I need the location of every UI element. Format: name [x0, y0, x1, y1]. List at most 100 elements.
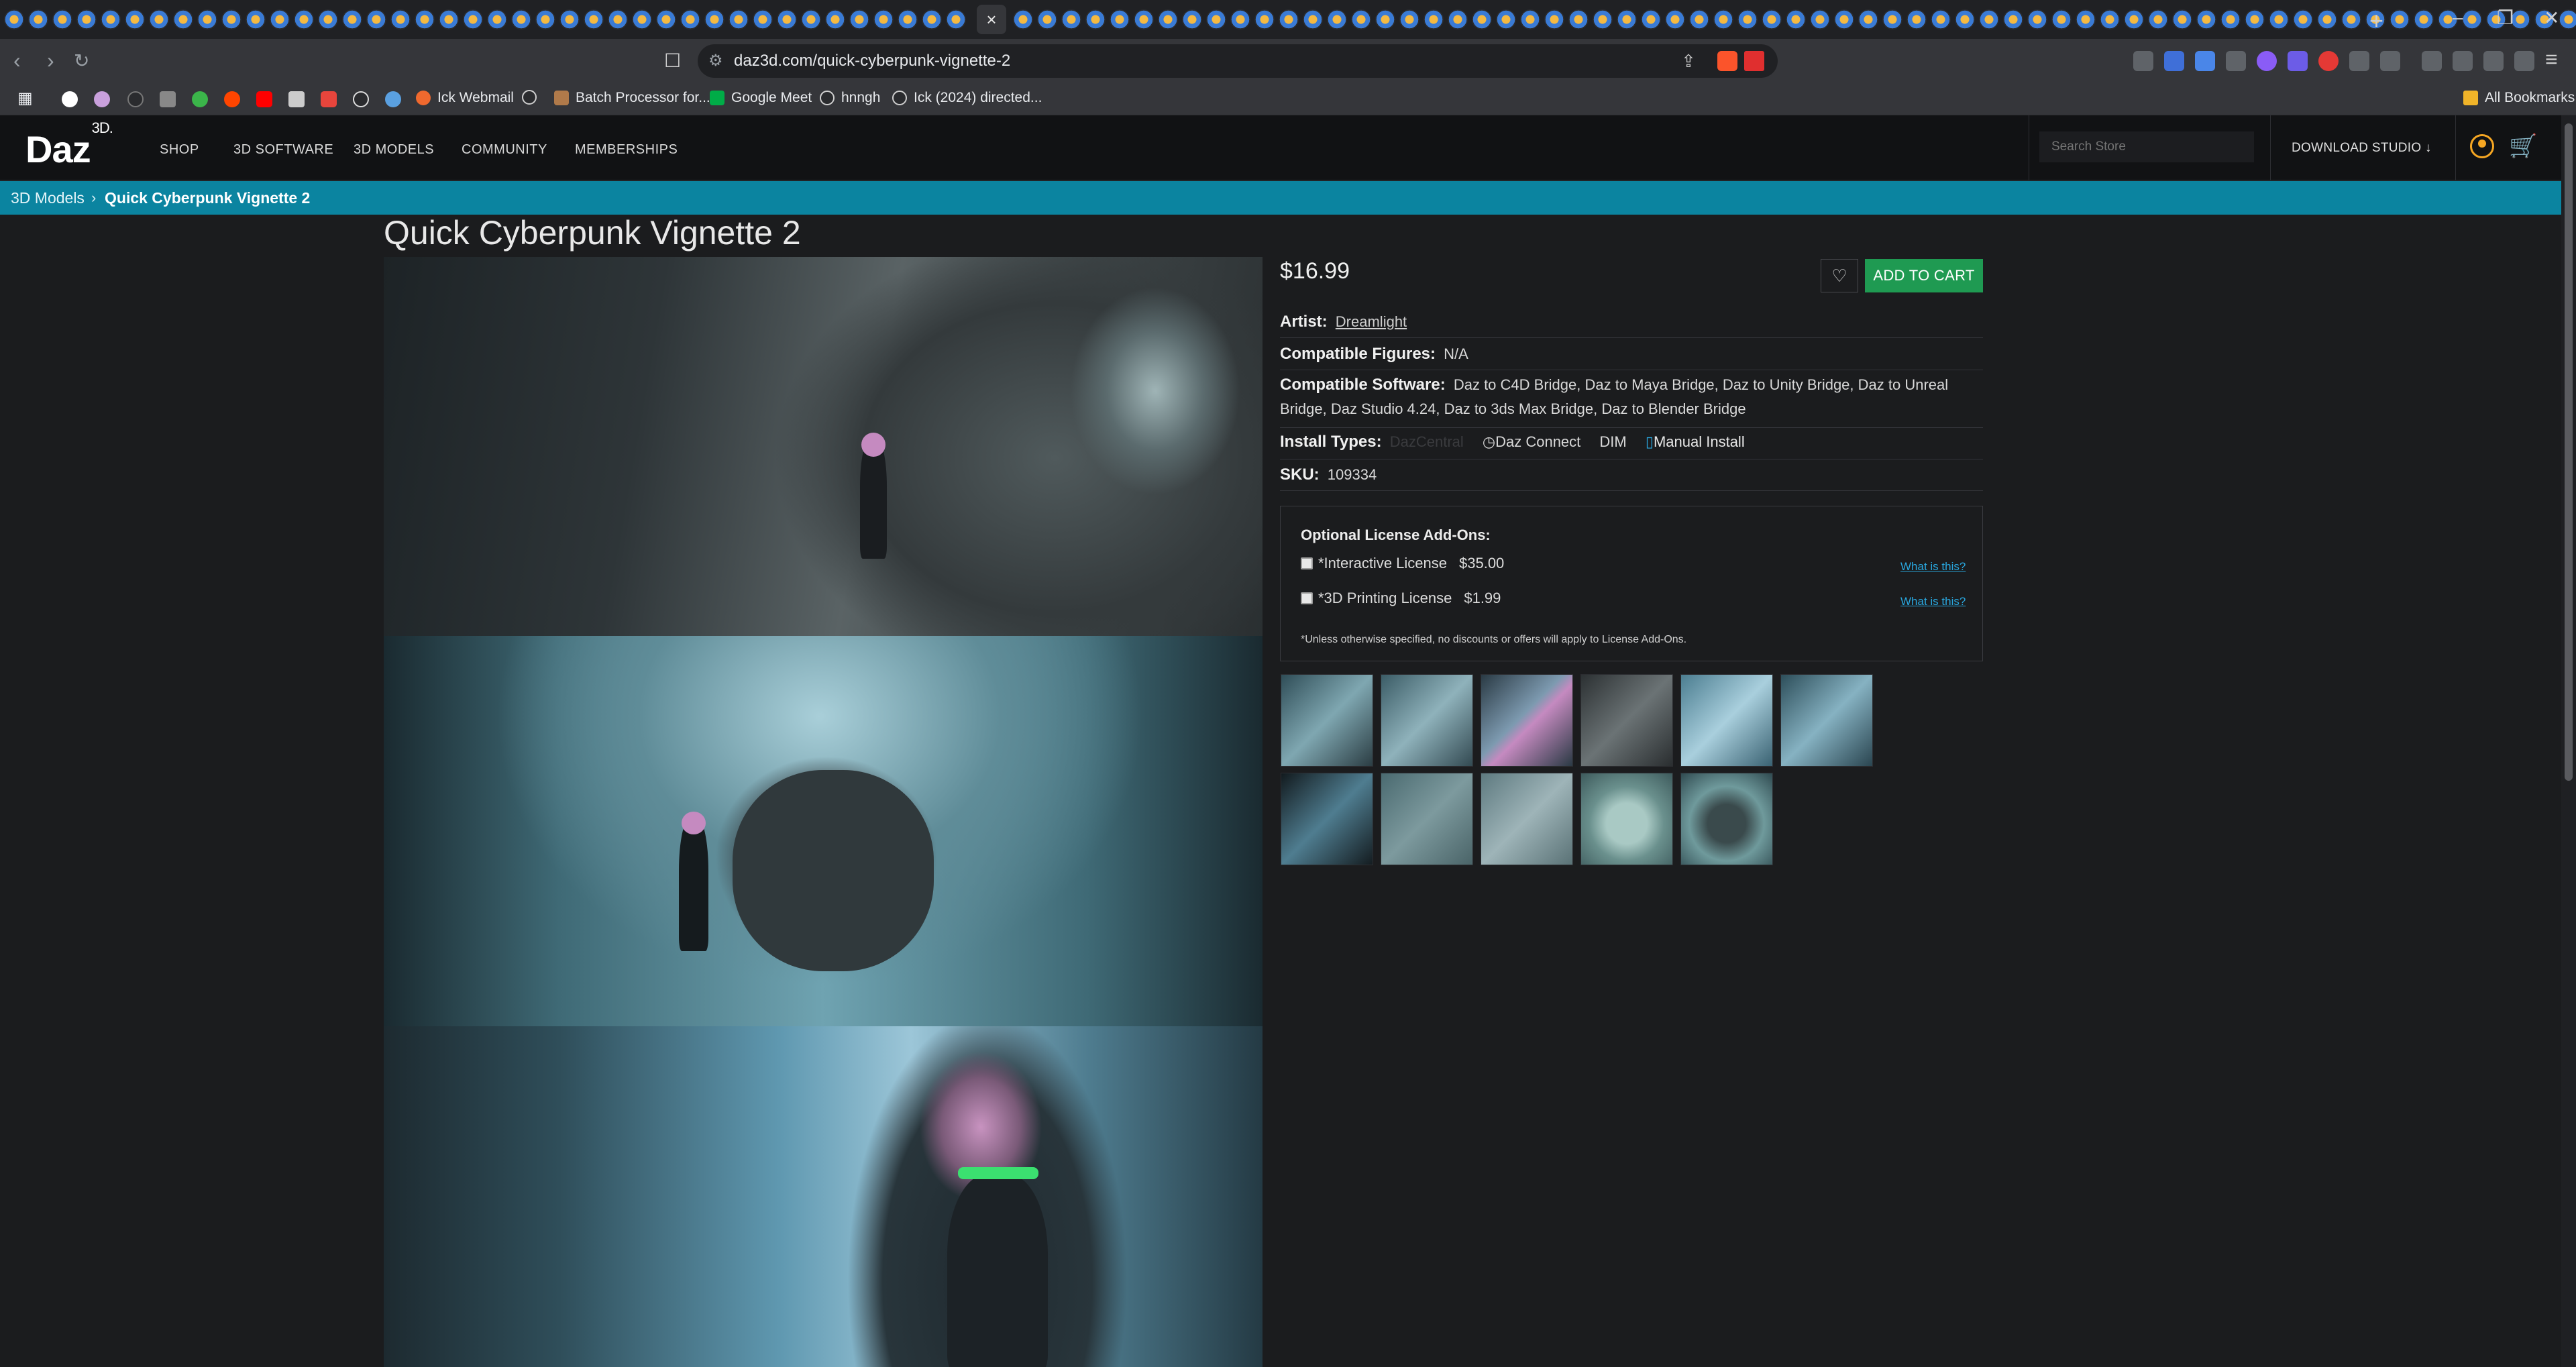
artist-link[interactable]: Dreamlight	[1336, 313, 1407, 330]
pinned-tab-icon[interactable]	[632, 9, 652, 30]
thumbnail[interactable]	[1680, 674, 1773, 767]
pinned-tab-icon[interactable]	[4, 9, 24, 30]
omnibox[interactable]: ⚙ daz3d.com/quick-cyberpunk-vignette-2 ⇪	[698, 44, 1778, 78]
pinned-tab-icon[interactable]	[1206, 9, 1226, 30]
pinned-tab-icon[interactable]	[2559, 9, 2576, 30]
wallet-icon[interactable]	[2453, 51, 2473, 71]
pinned-tab-icon[interactable]	[873, 9, 894, 30]
thumbnail[interactable]	[1281, 674, 1373, 767]
pinned-tab-icon[interactable]	[1303, 9, 1323, 30]
printing-license-checkbox[interactable]	[1301, 592, 1313, 604]
product-image-3[interactable]	[384, 1026, 1263, 1367]
pinned-tab-icon[interactable]	[1568, 9, 1589, 30]
forward-icon[interactable]: ›	[47, 48, 54, 73]
site-info-icon[interactable]: ⚙	[708, 51, 723, 70]
cart-icon[interactable]: 🛒	[2509, 133, 2537, 160]
pinned-tab-icon[interactable]	[1834, 9, 1854, 30]
all-bookmarks[interactable]: All Bookmarks	[2463, 90, 2575, 106]
pinned-tab-icon[interactable]	[1327, 9, 1347, 30]
extension-icon[interactable]	[2318, 51, 2339, 71]
pinned-tab-icon[interactable]	[2051, 9, 2072, 30]
pinned-tab-icon[interactable]	[1037, 9, 1057, 30]
pinned-tab-icon[interactable]	[463, 9, 483, 30]
bookmark-hnngh[interactable]: hnngh	[820, 90, 880, 106]
nav-community[interactable]: COMMUNITY	[462, 142, 547, 158]
youtube-icon[interactable]	[256, 91, 272, 107]
pinned-tab-icon[interactable]	[1979, 9, 1999, 30]
extension-icon[interactable]	[2380, 51, 2400, 71]
pinned-tab-icon[interactable]	[1786, 9, 1806, 30]
pinned-tab-icon[interactable]	[1013, 9, 1033, 30]
thumbnail[interactable]	[1381, 674, 1473, 767]
pinned-tab-icon[interactable]	[2076, 9, 2096, 30]
pinned-tab-icon[interactable]	[1182, 9, 1202, 30]
account-icon[interactable]	[2470, 134, 2494, 158]
what-is-this-link[interactable]: What is this?	[1900, 595, 1966, 608]
pinned-tab-icon[interactable]	[801, 9, 821, 30]
pinned-tab-icon[interactable]	[1351, 9, 1371, 30]
reload-icon[interactable]: ↻	[74, 50, 89, 72]
pinned-tab-icon[interactable]	[1520, 9, 1540, 30]
pinned-tab-icon[interactable]	[922, 9, 942, 30]
pinned-tab-icon[interactable]	[1448, 9, 1468, 30]
pinned-tab-icon[interactable]	[1762, 9, 1782, 30]
pinned-tab-icon[interactable]	[487, 9, 507, 30]
pinned-tab-icon[interactable]	[2414, 9, 2434, 30]
pinned-tab-icon[interactable]	[680, 9, 700, 30]
pinned-tab-icon[interactable]	[173, 9, 193, 30]
pinned-tab-icon[interactable]	[318, 9, 338, 30]
pinned-tab-icon[interactable]	[753, 9, 773, 30]
pinned-tab-icon[interactable]	[246, 9, 266, 30]
pinned-tab-icon[interactable]	[342, 9, 362, 30]
menu-icon[interactable]: ≡	[2545, 47, 2558, 72]
pinned-tab-icon[interactable]	[1399, 9, 1419, 30]
bookmark-icon[interactable]	[288, 91, 305, 107]
pinned-tab-icon[interactable]	[1254, 9, 1275, 30]
pinned-tab-icon[interactable]	[149, 9, 169, 30]
pinned-tab-icon[interactable]	[2027, 9, 2047, 30]
pinned-tab-icon[interactable]	[2196, 9, 2216, 30]
pinned-tab-icon[interactable]	[584, 9, 604, 30]
nav-shop[interactable]: SHOP	[160, 142, 199, 158]
pinned-tab-icon[interactable]	[1931, 9, 1951, 30]
download-studio-button[interactable]: DOWNLOAD STUDIO ↓	[2292, 141, 2432, 156]
pinned-tab-icon[interactable]	[2317, 9, 2337, 30]
extension-icon[interactable]	[2257, 51, 2277, 71]
pinned-tab-icon[interactable]	[898, 9, 918, 30]
search-input[interactable]	[2039, 131, 2254, 162]
extensions-puzzle-icon[interactable]	[2349, 51, 2369, 71]
vpn-icon[interactable]	[2514, 51, 2534, 71]
pinned-tab-icon[interactable]	[777, 9, 797, 30]
pinned-tab-icon[interactable]	[1544, 9, 1564, 30]
pinned-tab-icon[interactable]	[511, 9, 531, 30]
pinned-tab-icon[interactable]	[2003, 9, 2023, 30]
pinned-tab-icon[interactable]	[1230, 9, 1250, 30]
bookmark-ick-2024[interactable]: Ick (2024) directed...	[892, 90, 1042, 106]
pinned-tab-icon[interactable]	[1882, 9, 1902, 30]
pinned-tab-icon[interactable]	[1424, 9, 1444, 30]
pinned-tab-icon[interactable]	[366, 9, 386, 30]
pinned-tab-icon[interactable]	[1593, 9, 1613, 30]
breadcrumb-3d-models[interactable]: 3D Models	[11, 189, 85, 207]
pinned-tab-icon[interactable]	[1617, 9, 1637, 30]
pinned-tab-icon[interactable]	[704, 9, 724, 30]
pinned-tab-icon[interactable]	[1158, 9, 1178, 30]
pinned-tab-icon[interactable]	[946, 9, 966, 30]
google-icon[interactable]	[62, 91, 78, 107]
pinned-tab-icon[interactable]	[1085, 9, 1106, 30]
pinned-tab-icon[interactable]	[2293, 9, 2313, 30]
new-tab-button[interactable]: +	[2369, 7, 2383, 35]
pinned-tab-icon[interactable]	[1907, 9, 1927, 30]
url-text[interactable]: daz3d.com/quick-cyberpunk-vignette-2	[734, 52, 1010, 70]
bookmark-item[interactable]	[522, 90, 543, 105]
product-image-1[interactable]	[384, 257, 1263, 636]
bookmark-batch-processor[interactable]: Batch Processor for...	[554, 90, 710, 106]
what-is-this-link[interactable]: What is this?	[1900, 560, 1966, 573]
bookmark-icon[interactable]	[127, 91, 144, 107]
translate-icon[interactable]	[2195, 51, 2215, 71]
pinned-tab-icon[interactable]	[1496, 9, 1516, 30]
pinned-tab-icon[interactable]	[2390, 9, 2410, 30]
pinned-tab-icon[interactable]	[2124, 9, 2144, 30]
brave-rewards-icon[interactable]	[1744, 51, 1764, 71]
pinned-tab-icon[interactable]	[439, 9, 459, 30]
